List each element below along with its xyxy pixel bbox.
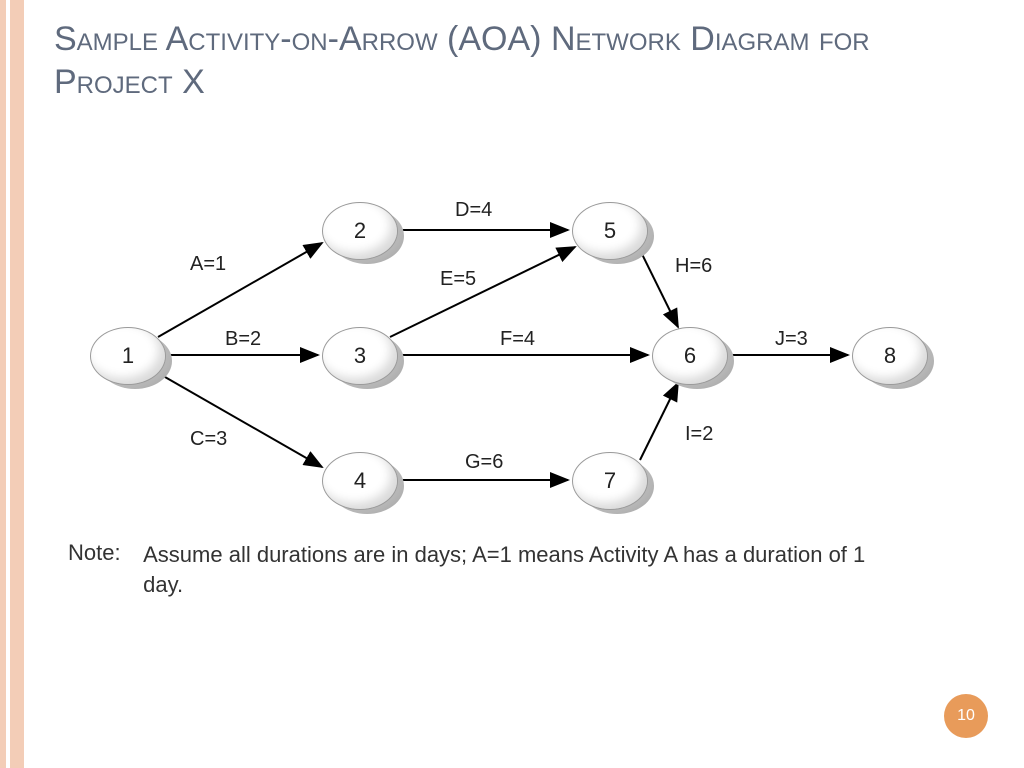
edge-label-F: F=4 (500, 328, 535, 351)
node-4: 4 (322, 452, 396, 508)
aoa-network-diagram: 1 2 3 4 5 6 7 8 A=1 B=2 C=3 D=4 E=5 F=4 … (70, 155, 950, 535)
node-4-label: 4 (322, 452, 398, 510)
edge-label-B: B=2 (225, 328, 261, 351)
note-text: Assume all durations are in days; A=1 me… (139, 540, 883, 599)
diagram-note: Note: Assume all durations are in days; … (68, 540, 888, 599)
edge-label-A: A=1 (190, 253, 226, 276)
left-accent-thin (0, 0, 6, 768)
node-3-label: 3 (322, 327, 398, 385)
node-1-label: 1 (90, 327, 166, 385)
node-6-label: 6 (652, 327, 728, 385)
note-label: Note: (68, 540, 133, 566)
edge-label-J: J=3 (775, 328, 808, 351)
node-5-label: 5 (572, 202, 648, 260)
edge-label-E: E=5 (440, 268, 476, 291)
edge-label-I: I=2 (685, 423, 713, 446)
node-8-label: 8 (852, 327, 928, 385)
edge-label-G: G=6 (465, 451, 503, 474)
node-3: 3 (322, 327, 396, 383)
node-8: 8 (852, 327, 926, 383)
node-5: 5 (572, 202, 646, 258)
node-6: 6 (652, 327, 726, 383)
left-accent-bold (10, 0, 24, 768)
node-2: 2 (322, 202, 396, 258)
slide-title: Sample Activity-on-Arrow (AOA) Network D… (54, 18, 954, 103)
node-7-label: 7 (572, 452, 648, 510)
node-2-label: 2 (322, 202, 398, 260)
page-number-badge: 10 (944, 694, 988, 738)
edge-label-D: D=4 (455, 199, 492, 222)
edge-label-H: H=6 (675, 255, 712, 278)
edge-label-C: C=3 (190, 428, 227, 451)
node-7: 7 (572, 452, 646, 508)
node-1: 1 (90, 327, 164, 383)
